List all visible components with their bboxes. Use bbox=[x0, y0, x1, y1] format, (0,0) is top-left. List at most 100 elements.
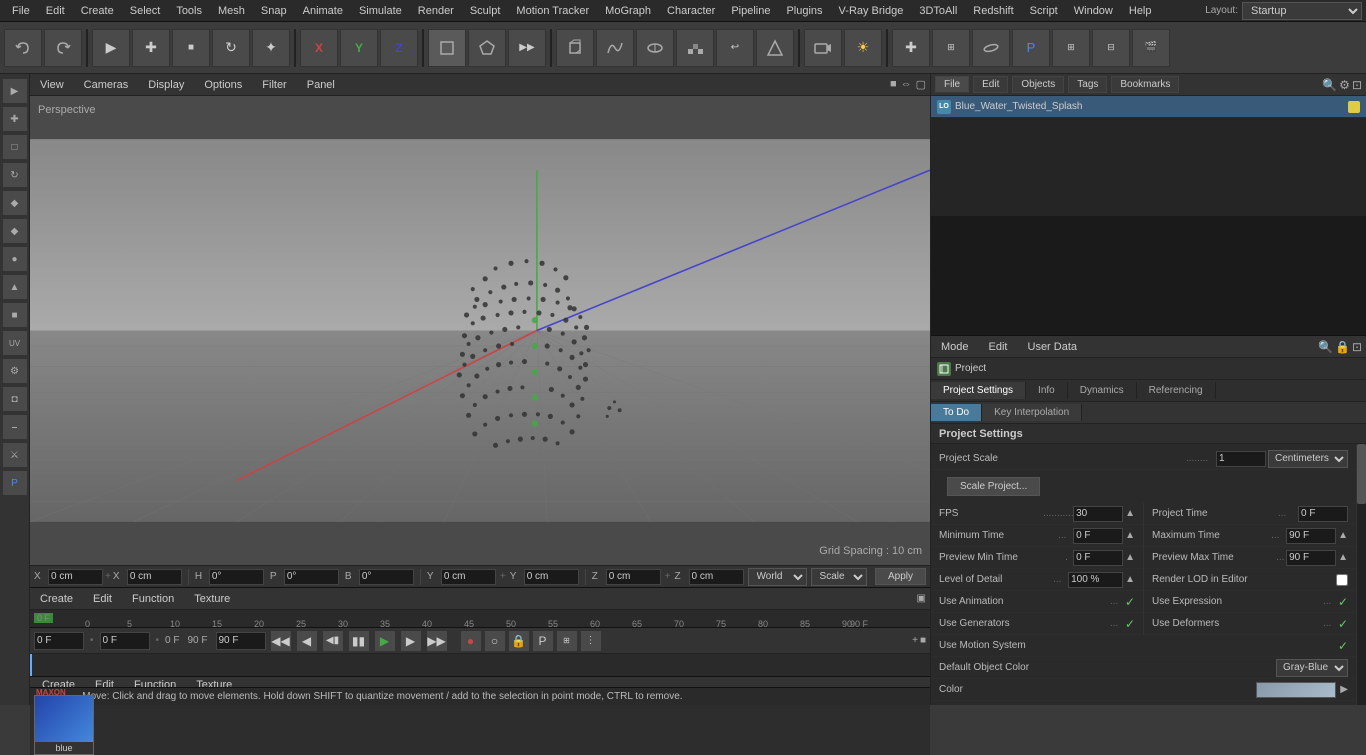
p-rotation-input[interactable] bbox=[284, 569, 339, 585]
attr-scrollbar-thumb[interactable] bbox=[1357, 444, 1366, 504]
sidebar-polygons-icon[interactable]: ■ bbox=[2, 302, 28, 328]
project-scale-input[interactable] bbox=[1216, 451, 1266, 467]
playback-mode-button[interactable]: P bbox=[532, 630, 554, 652]
sidebar-paint-icon[interactable]: P bbox=[2, 470, 28, 496]
spline-button[interactable] bbox=[596, 29, 634, 67]
attr-scrollbar[interactable] bbox=[1356, 444, 1366, 705]
menu-pipeline[interactable]: Pipeline bbox=[723, 3, 778, 19]
attr-tab-info[interactable]: Info bbox=[1026, 382, 1068, 399]
menu-script[interactable]: Script bbox=[1022, 3, 1066, 19]
attr-expand-icon[interactable]: ⊡ bbox=[1352, 340, 1362, 354]
lod-input[interactable] bbox=[1068, 572, 1123, 588]
z-axis-button[interactable]: Z bbox=[380, 29, 418, 67]
menu-mesh[interactable]: Mesh bbox=[210, 3, 253, 19]
transform-tool-button[interactable]: ✦ bbox=[252, 29, 290, 67]
deformer-button[interactable]: ↩ bbox=[716, 29, 754, 67]
prev-frame-button[interactable]: ◀ bbox=[296, 630, 318, 652]
menu-edit[interactable]: Edit bbox=[38, 3, 73, 19]
preview-max-time-input[interactable] bbox=[1286, 550, 1336, 566]
play-button[interactable]: ▶ bbox=[374, 630, 396, 652]
end-frame-input[interactable] bbox=[216, 632, 266, 650]
min-time-input[interactable] bbox=[1073, 528, 1123, 544]
sidebar-points-icon[interactable]: ● bbox=[2, 246, 28, 272]
timeline-track[interactable] bbox=[30, 654, 930, 676]
go-start-button[interactable]: ◀◀ bbox=[270, 630, 292, 652]
sidebar-edges-icon[interactable]: ▲ bbox=[2, 274, 28, 300]
obj-tab-tags[interactable]: Tags bbox=[1068, 76, 1107, 93]
menu-snap[interactable]: Snap bbox=[253, 3, 295, 19]
record-button[interactable]: ● bbox=[460, 630, 482, 652]
viewport-view-menu[interactable]: View bbox=[34, 77, 70, 93]
sidebar-move-icon[interactable]: ✚ bbox=[2, 106, 28, 132]
nurbs-button[interactable] bbox=[636, 29, 674, 67]
z-position-input[interactable] bbox=[606, 569, 661, 585]
menu-vray[interactable]: V-Ray Bridge bbox=[831, 3, 912, 19]
timeline-function[interactable]: Function bbox=[126, 591, 180, 607]
default-obj-color-select[interactable]: Gray-Blue White Black bbox=[1276, 659, 1348, 677]
next-frame-button[interactable]: ▶ bbox=[400, 630, 422, 652]
x-position-input[interactable] bbox=[48, 569, 103, 585]
sidebar-knife-icon[interactable]: ⎯ bbox=[2, 414, 28, 440]
x-size-input[interactable] bbox=[127, 569, 182, 585]
world-select[interactable]: World Object bbox=[748, 568, 807, 586]
viewport-cameras-menu[interactable]: Cameras bbox=[78, 77, 135, 93]
x-axis-button[interactable]: X bbox=[300, 29, 338, 67]
render-settings-button[interactable]: 🎬 bbox=[1132, 29, 1170, 67]
obj-tab-objects[interactable]: Objects bbox=[1012, 76, 1064, 93]
viewport-split-icon[interactable]: ⇔ bbox=[901, 78, 912, 91]
attr-tab-dynamics[interactable]: Dynamics bbox=[1068, 382, 1137, 399]
camera-button[interactable] bbox=[804, 29, 842, 67]
menu-animate[interactable]: Animate bbox=[295, 3, 351, 19]
poly-mode-button[interactable] bbox=[468, 29, 506, 67]
undo-button[interactable] bbox=[4, 29, 42, 67]
b-rotation-input[interactable] bbox=[359, 569, 414, 585]
move2-button[interactable]: ✚ bbox=[892, 29, 930, 67]
layout-select[interactable]: Startup bbox=[1242, 2, 1362, 20]
move-tool-button[interactable]: ✚ bbox=[132, 29, 170, 67]
obj-tab-file[interactable]: File bbox=[935, 76, 969, 93]
cube-button[interactable] bbox=[556, 29, 594, 67]
obj-browser-search-icon[interactable]: 🔍 bbox=[1322, 78, 1337, 92]
h-rotation-input[interactable] bbox=[209, 569, 264, 585]
sidebar-brush-icon[interactable]: ◘ bbox=[2, 386, 28, 412]
timeline-texture[interactable]: Texture bbox=[188, 591, 236, 607]
render-lod-checkbox[interactable] bbox=[1336, 574, 1348, 586]
sidebar-uvw-icon[interactable]: UV bbox=[2, 330, 28, 356]
menu-mograph[interactable]: MoGraph bbox=[597, 3, 659, 19]
menu-tools[interactable]: Tools bbox=[168, 3, 210, 19]
rotate-tool-button[interactable]: ↻ bbox=[212, 29, 250, 67]
sidebar-tweak-icon[interactable]: ⚙ bbox=[2, 358, 28, 384]
menu-plugins[interactable]: Plugins bbox=[778, 3, 830, 19]
scale-select[interactable]: Scale bbox=[811, 568, 867, 586]
obj-tab-bookmarks[interactable]: Bookmarks bbox=[1111, 76, 1179, 93]
attr-user-data-tab[interactable]: User Data bbox=[1022, 339, 1084, 355]
scene-button[interactable] bbox=[756, 29, 794, 67]
z-size-input[interactable] bbox=[689, 569, 744, 585]
menu-sculpt[interactable]: Sculpt bbox=[462, 3, 509, 19]
viewport-options-menu[interactable]: Options bbox=[198, 77, 248, 93]
menu-render[interactable]: Render bbox=[410, 3, 462, 19]
fps-input[interactable] bbox=[1073, 506, 1123, 522]
obj-tab-edit[interactable]: Edit bbox=[973, 76, 1008, 93]
timeline-grid-button[interactable]: ⊞ bbox=[556, 630, 578, 652]
start-frame-input[interactable] bbox=[100, 632, 150, 650]
attr-mode-tab[interactable]: Mode bbox=[935, 339, 975, 355]
y-size-input[interactable] bbox=[524, 569, 579, 585]
attr-tab-referencing[interactable]: Referencing bbox=[1137, 382, 1216, 399]
play-back-button[interactable]: ◀▮ bbox=[322, 630, 344, 652]
obj-item-water-splash[interactable]: LO Blue_Water_Twisted_Splash bbox=[931, 96, 1366, 118]
attr-subtab-key-interp[interactable]: Key Interpolation bbox=[982, 404, 1082, 421]
snap-button[interactable]: ⊞ bbox=[932, 29, 970, 67]
workplane-button[interactable] bbox=[972, 29, 1010, 67]
attr-search-icon[interactable]: 🔍 bbox=[1318, 340, 1333, 354]
sidebar-scale-icon[interactable]: □ bbox=[2, 134, 28, 160]
viewport-panel-menu[interactable]: Panel bbox=[301, 77, 341, 93]
stop-button[interactable]: ▮▮ bbox=[348, 630, 370, 652]
object-mode-button[interactable] bbox=[428, 29, 466, 67]
menu-3dtoall[interactable]: 3DToAll bbox=[911, 3, 965, 19]
menu-character[interactable]: Character bbox=[659, 3, 723, 19]
sidebar-active-tool-icon[interactable]: ◆ bbox=[2, 218, 28, 244]
auto-key-button[interactable]: ○ bbox=[484, 630, 506, 652]
timeline-settings-button[interactable]: ⋮ bbox=[580, 630, 602, 652]
menu-file[interactable]: File bbox=[4, 3, 38, 19]
